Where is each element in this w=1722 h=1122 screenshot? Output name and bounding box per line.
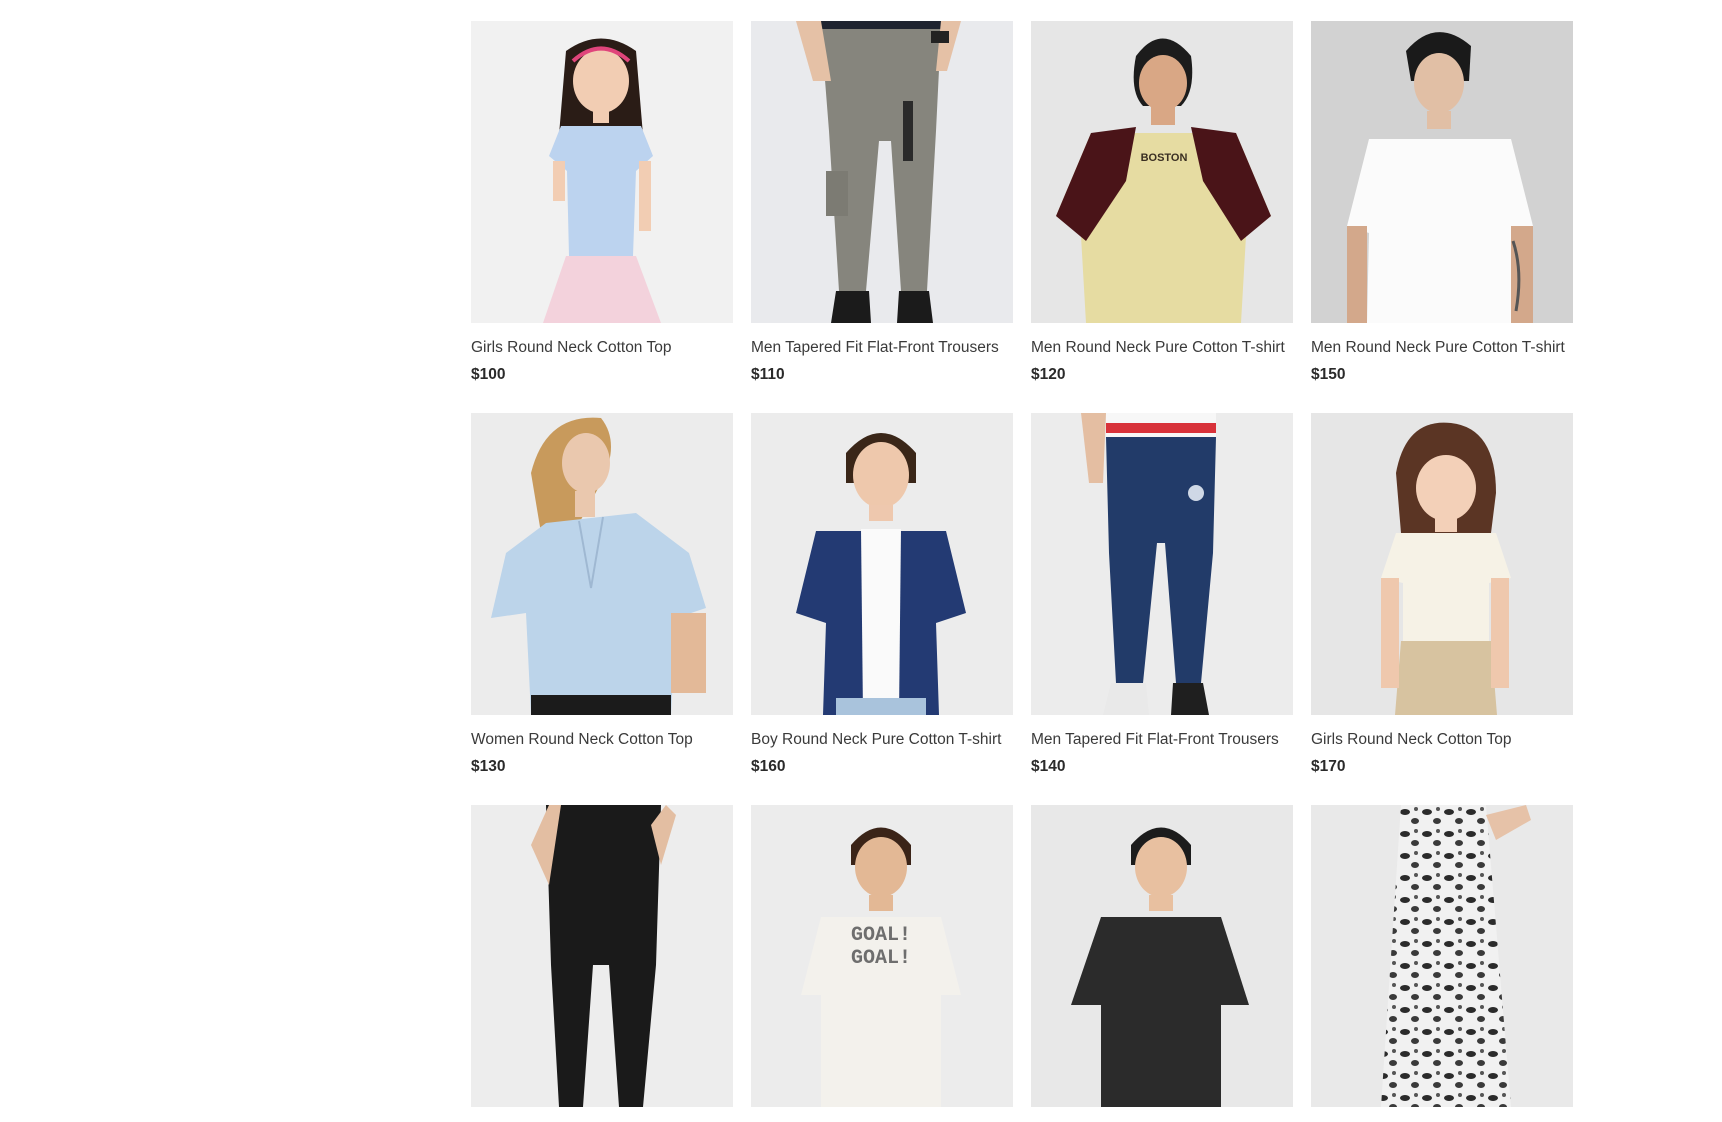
product-price: $130	[471, 758, 506, 775]
product-image[interactable]	[1031, 413, 1293, 715]
product-price: $140	[1031, 758, 1066, 775]
product-image[interactable]	[471, 413, 733, 715]
product-card[interactable]	[471, 805, 733, 1122]
shirt-print-text: BOSTON	[1141, 152, 1188, 164]
product-image[interactable]	[1311, 413, 1573, 715]
product-image[interactable]: BOSTON	[1031, 21, 1293, 323]
product-card[interactable]: Women Round Neck Cotton Top $130	[471, 413, 733, 777]
product-card[interactable]: GOAL! GOAL!	[751, 805, 1013, 1122]
product-card[interactable]	[1311, 805, 1573, 1122]
product-name[interactable]: Men Tapered Fit Flat-Front Trousers	[751, 338, 1013, 358]
product-image[interactable]	[751, 21, 1013, 323]
product-price: $120	[1031, 366, 1066, 383]
product-card[interactable]: Girls Round Neck Cotton Top $100	[471, 21, 733, 385]
product-price: $150	[1311, 366, 1346, 383]
product-image[interactable]	[751, 413, 1013, 715]
product-name[interactable]: Boy Round Neck Pure Cotton T-shirt	[751, 730, 1013, 750]
product-price: $170	[1311, 758, 1346, 775]
product-image[interactable]	[471, 21, 733, 323]
product-card[interactable]: Girls Round Neck Cotton Top $170	[1311, 413, 1573, 777]
shirt-print-text: GOAL!	[851, 924, 911, 947]
product-image[interactable]	[471, 805, 733, 1107]
product-name[interactable]: Girls Round Neck Cotton Top	[1311, 730, 1573, 750]
product-price: $160	[751, 758, 786, 775]
product-name[interactable]: Men Round Neck Pure Cotton T-shirt	[1311, 338, 1573, 358]
product-image[interactable]	[1311, 805, 1573, 1107]
product-name[interactable]: Men Tapered Fit Flat-Front Trousers	[1031, 730, 1293, 750]
product-card[interactable]: BOSTON Men Round Neck Pure Cotton T-shir…	[1031, 21, 1293, 385]
product-price: $110	[751, 366, 785, 383]
product-card[interactable]	[1031, 805, 1293, 1122]
product-image[interactable]: GOAL! GOAL!	[751, 805, 1013, 1107]
product-grid: Girls Round Neck Cotton Top $100 Men Tap…	[471, 21, 1577, 1122]
product-price: $100	[471, 366, 506, 383]
product-card[interactable]: Boy Round Neck Pure Cotton T-shirt $160	[751, 413, 1013, 777]
product-name[interactable]: Girls Round Neck Cotton Top	[471, 338, 733, 358]
product-card[interactable]: Men Tapered Fit Flat-Front Trousers $140	[1031, 413, 1293, 777]
product-name[interactable]: Women Round Neck Cotton Top	[471, 730, 733, 750]
product-name[interactable]: Men Round Neck Pure Cotton T-shirt	[1031, 338, 1293, 358]
product-image[interactable]	[1311, 21, 1573, 323]
shirt-print-text: GOAL!	[851, 947, 911, 970]
product-card[interactable]: Men Tapered Fit Flat-Front Trousers $110	[751, 21, 1013, 385]
product-card[interactable]: Men Round Neck Pure Cotton T-shirt $150	[1311, 21, 1573, 385]
product-image[interactable]	[1031, 805, 1293, 1107]
